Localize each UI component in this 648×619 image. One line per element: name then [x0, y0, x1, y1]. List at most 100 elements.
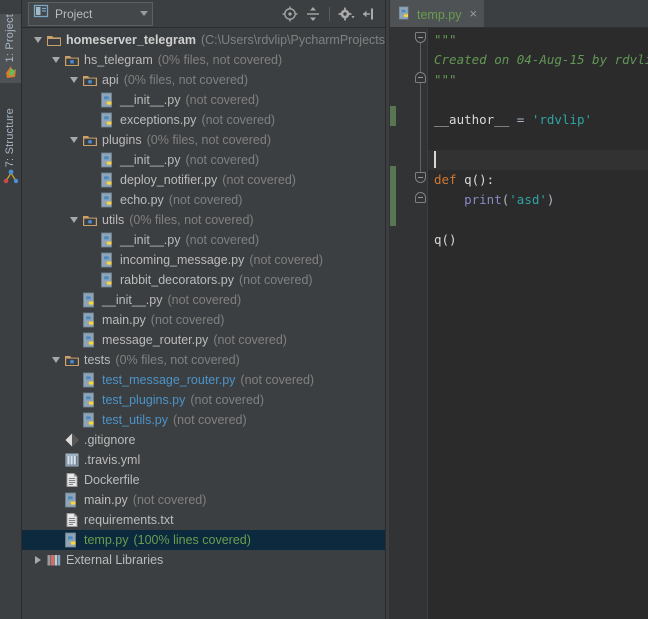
code-line[interactable]	[428, 210, 648, 230]
tree-row-label: test_utils.py	[102, 413, 169, 427]
chevron-down-icon[interactable]	[66, 212, 82, 228]
editor-gutter[interactable]	[390, 28, 414, 619]
tree-row-coverage-note: (not covered)	[213, 333, 287, 347]
code-content[interactable]: """ Created on 04-Aug-15 by rdvlip. """ __a…	[428, 28, 648, 619]
text-file-icon	[64, 512, 80, 528]
python-file-icon	[64, 532, 80, 548]
tree-twisty-placeholder	[84, 112, 100, 128]
project-tree[interactable]: homeserver_telegram (C:\Users\rdvlip\Pych…	[22, 28, 385, 619]
tree-row[interactable]: main.py (not covered)	[22, 490, 385, 510]
tree-row[interactable]: __init__.py (not covered)	[22, 290, 385, 310]
tree-row-label: External Libraries	[66, 553, 164, 567]
project-view-icon	[33, 4, 49, 23]
tree-row-coverage-note: (not covered)	[150, 313, 225, 327]
code-folding-column[interactable]	[414, 28, 428, 619]
code-line[interactable]	[428, 90, 648, 110]
tree-row-label: __init__.py	[120, 93, 181, 107]
tree-row[interactable]: hs_telegram (0% files, not covered)	[22, 50, 385, 70]
left-tool-stripe: 1: Project 7: Structure	[0, 0, 22, 619]
code-line[interactable]: def q():	[428, 170, 648, 190]
tree-row[interactable]: deploy_notifier.py (not covered)	[22, 170, 385, 190]
tab-temp-py[interactable]: temp.py ×	[390, 0, 485, 27]
tree-row[interactable]: requirements.txt	[22, 510, 385, 530]
fold-marker-function-start[interactable]	[415, 172, 426, 183]
sidebar-item-project[interactable]: 1: Project	[0, 14, 21, 84]
collapse-target-icon[interactable]	[280, 4, 300, 24]
tree-row[interactable]: .gitignore	[22, 430, 385, 450]
tree-row[interactable]: test_plugins.py (not covered)	[22, 390, 385, 410]
code-line[interactable]: print('asd')	[428, 190, 648, 210]
tree-row[interactable]: message_router.py (not covered)	[22, 330, 385, 350]
chevron-down-icon[interactable]	[66, 132, 82, 148]
tree-row-label: __init__.py	[120, 233, 181, 247]
tree-row[interactable]: __init__.py (not covered)	[22, 230, 385, 250]
tree-row[interactable]: utils (0% files, not covered)	[22, 210, 385, 230]
chevron-down-icon[interactable]	[66, 72, 82, 88]
code-line[interactable]: """	[428, 30, 648, 50]
hide-panel-icon[interactable]	[359, 4, 379, 24]
external-libraries-icon	[46, 552, 62, 568]
chevron-right-icon[interactable]	[30, 552, 46, 568]
code-line[interactable]: q()	[428, 230, 648, 250]
toolbar-separator	[329, 7, 330, 21]
tree-row[interactable]: api (0% files, not covered)	[22, 70, 385, 90]
project-stripe-icon	[3, 64, 19, 80]
tree-row[interactable]: homeserver_telegram (C:\Users\rdvlip\Pych…	[22, 30, 385, 50]
code-token: Created on 04-Aug-15 by rdvlip.	[434, 52, 648, 67]
tree-row-label: requirements.txt	[84, 513, 174, 527]
expand-collapse-icon[interactable]	[303, 4, 323, 24]
tree-row[interactable]: __init__.py (not covered)	[22, 150, 385, 170]
tree-row[interactable]: rabbit_decorators.py (not covered)	[22, 270, 385, 290]
python-file-icon	[100, 272, 116, 288]
tree-row-label: .gitignore	[84, 433, 136, 447]
chevron-down-icon[interactable]	[30, 32, 46, 48]
settings-gear-icon[interactable]	[336, 4, 356, 24]
tree-row[interactable]: Dockerfile	[22, 470, 385, 490]
editor-body[interactable]: """ Created on 04-Aug-15 by rdvlip. """ __a…	[390, 28, 648, 619]
tree-row[interactable]: test_utils.py (not covered)	[22, 410, 385, 430]
code-line[interactable]: __author__ = 'rdvlip'	[428, 110, 648, 130]
source-folder-icon	[64, 352, 80, 368]
tree-row-label: incoming_message.py	[120, 253, 245, 267]
close-icon[interactable]: ×	[469, 7, 477, 22]
tab-bar-filler	[484, 0, 648, 27]
python-file-icon	[82, 372, 98, 388]
tree-row-label: __init__.py	[102, 293, 163, 307]
chevron-down-icon[interactable]	[48, 352, 64, 368]
coverage-indicator[interactable]	[390, 166, 396, 226]
tree-twisty-placeholder	[84, 152, 100, 168]
tree-row[interactable]: __init__.py (not covered)	[22, 90, 385, 110]
tree-row[interactable]: incoming_message.py (not covered)	[22, 250, 385, 270]
tree-row[interactable]: main.py (not covered)	[22, 310, 385, 330]
fold-marker-function-end[interactable]	[415, 192, 426, 203]
code-line[interactable]	[428, 130, 648, 150]
tree-row[interactable]: plugins (0% files, not covered)	[22, 130, 385, 150]
code-line[interactable]: Created on 04-Aug-15 by rdvlip.	[428, 50, 648, 70]
tree-row[interactable]: exceptions.py (not covered)	[22, 110, 385, 130]
tree-row-label: exceptions.py	[120, 113, 197, 127]
code-line[interactable]: """	[428, 70, 648, 90]
chevron-down-icon[interactable]	[48, 52, 64, 68]
tree-row-coverage-note: (0% files, not covered)	[157, 53, 283, 67]
python-file-icon	[64, 492, 80, 508]
project-view-selector[interactable]: Project	[28, 1, 153, 26]
tree-twisty-placeholder	[66, 292, 82, 308]
tree-row[interactable]: echo.py (not covered)	[22, 190, 385, 210]
fold-marker-docstring-start[interactable]	[415, 32, 426, 43]
fold-marker-docstring-end[interactable]	[415, 72, 426, 83]
tree-row[interactable]: temp.py (100% lines covered)	[22, 530, 385, 550]
project-toolbar-actions	[280, 0, 379, 28]
tree-row[interactable]: tests (0% files, not covered)	[22, 350, 385, 370]
code-token: =	[516, 112, 532, 127]
coverage-indicator[interactable]	[390, 106, 396, 126]
tree-row[interactable]: External Libraries	[22, 550, 385, 570]
tree-row-label: main.py	[84, 493, 128, 507]
python-file-icon	[82, 412, 98, 428]
tree-row[interactable]: .travis.yml	[22, 450, 385, 470]
code-token: def	[434, 172, 465, 187]
sidebar-item-structure[interactable]: 7: Structure	[0, 108, 21, 188]
code-line[interactable]	[428, 150, 648, 170]
python-file-icon	[100, 232, 116, 248]
folder-icon	[46, 32, 62, 48]
tree-row[interactable]: test_message_router.py (not covered)	[22, 370, 385, 390]
